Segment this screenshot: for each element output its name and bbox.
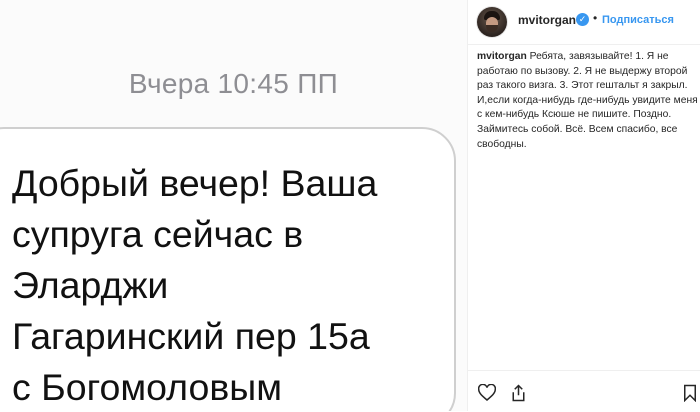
- post-sidebar: mvitorgan ✓ • Подписаться mvitorgan Ребя…: [468, 0, 700, 411]
- heart-icon[interactable]: [477, 383, 497, 406]
- separator-dot: •: [593, 11, 598, 25]
- post-header: mvitorgan ✓ • Подписаться: [468, 0, 700, 45]
- message-line: Эларджи: [12, 264, 169, 306]
- message-text: Добрый вечер! Ваша супруга сейчас в Элар…: [12, 158, 452, 411]
- post-media[interactable]: Вчера 10:45 ПП Добрый вечер! Ваша супруг…: [0, 0, 468, 411]
- post-caption: mvitorgan Ребята, завязывайте! 1. Я не р…: [477, 50, 699, 152]
- verified-badge-icon: ✓: [576, 13, 589, 26]
- username-link[interactable]: mvitorgan: [518, 13, 576, 27]
- message-line: Гагаринский пер 15а: [12, 315, 370, 357]
- bookmark-icon[interactable]: [683, 384, 697, 407]
- caption-username[interactable]: mvitorgan: [477, 51, 527, 62]
- action-bar: [468, 370, 700, 412]
- message-line: Добрый вечер! Ваша: [12, 162, 378, 204]
- message-timestamp: Вчера 10:45 ПП: [128, 68, 339, 99]
- message-line: с Богомоловым: [12, 366, 282, 408]
- message-line: супруга сейчас в: [12, 213, 304, 255]
- avatar[interactable]: [477, 7, 507, 37]
- caption-text: Ребята, завязывайте! 1. Я не работаю по …: [477, 51, 698, 150]
- follow-button[interactable]: Подписаться: [602, 14, 674, 26]
- share-icon[interactable]: [510, 384, 527, 407]
